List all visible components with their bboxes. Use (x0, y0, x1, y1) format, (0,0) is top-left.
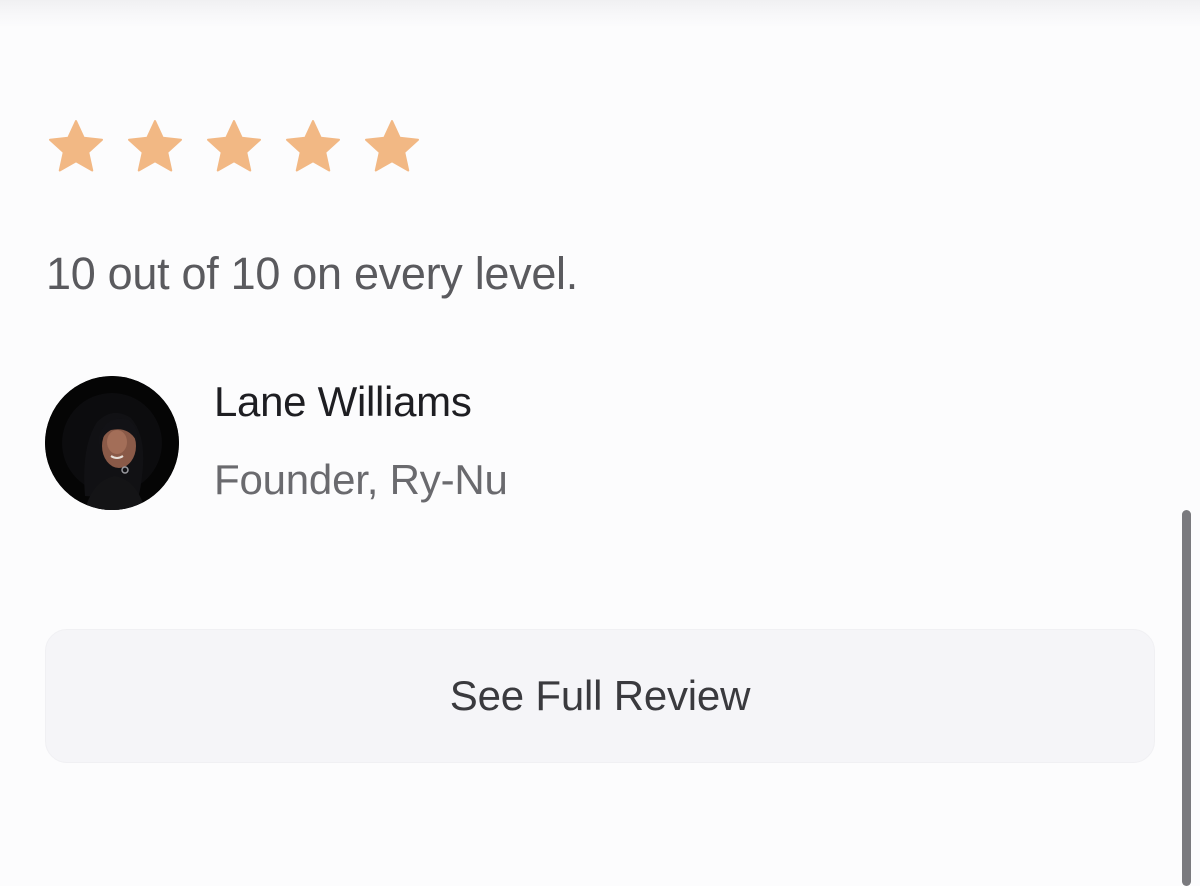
review-card: 10 out of 10 on every level. Lane Willia… (0, 0, 1200, 886)
avatar (45, 376, 179, 510)
star-icon (283, 117, 343, 177)
star-icon (46, 117, 106, 177)
star-rating (46, 117, 422, 177)
page: 10 out of 10 on every level. Lane Willia… (0, 0, 1200, 886)
vertical-scrollbar[interactable] (1182, 510, 1191, 886)
author-role: Founder, Ry-Nu (214, 456, 508, 503)
person-photo-icon (45, 376, 179, 510)
author-name: Lane Williams (214, 378, 472, 425)
star-icon (362, 117, 422, 177)
star-icon (125, 117, 185, 177)
see-full-review-button[interactable]: See Full Review (45, 629, 1155, 763)
review-quote: 10 out of 10 on every level. (46, 248, 578, 299)
star-icon (204, 117, 264, 177)
